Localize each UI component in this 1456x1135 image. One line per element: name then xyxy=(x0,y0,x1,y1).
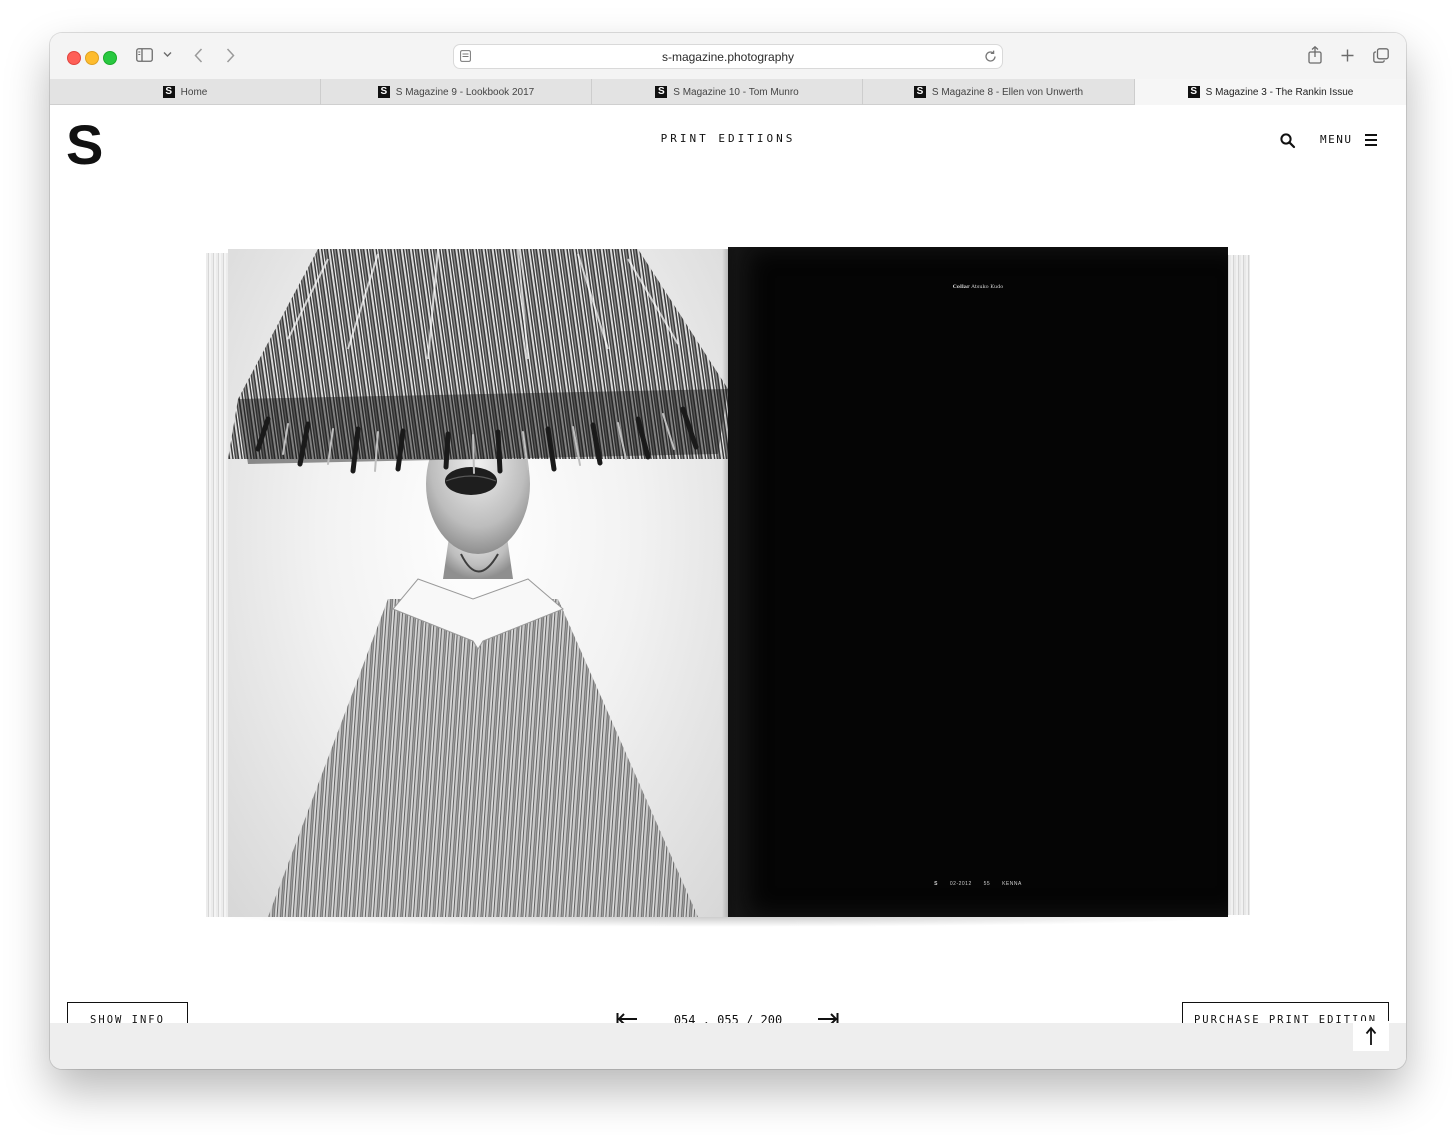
tab-magazine-10[interactable]: S S Magazine 10 - Tom Munro xyxy=(592,79,863,105)
share-icon[interactable] xyxy=(1308,46,1322,64)
caption-designer: Atsuko Kudo xyxy=(971,284,1004,290)
minimize-window-button[interactable] xyxy=(85,51,99,65)
browser-toolbar: s-magazine.photography xyxy=(50,33,1406,79)
site-favicon-icon: S xyxy=(655,86,668,98)
new-tab-icon[interactable] xyxy=(1341,49,1354,62)
scroll-to-top-button[interactable] xyxy=(1353,1021,1389,1051)
url-text: s-magazine.photography xyxy=(661,50,795,64)
folio-name: KENNA xyxy=(1002,881,1022,887)
page-footer xyxy=(50,1023,1406,1069)
web-page: S PRINT EDITIONS MENU Collar Atsuko Kudo… xyxy=(50,105,1406,1037)
close-window-button[interactable] xyxy=(67,51,81,65)
tab-magazine-3[interactable]: S S Magazine 3 - The Rankin Issue xyxy=(1135,79,1406,105)
right-page: Collar Atsuko Kudo S 02-2012 55 KENNA xyxy=(728,247,1228,917)
site-logo[interactable]: S xyxy=(66,113,103,177)
site-favicon-icon: S xyxy=(1187,86,1200,98)
menu-button[interactable]: MENU xyxy=(1320,133,1353,146)
magazine-spread: Collar Atsuko Kudo S 02-2012 55 KENNA xyxy=(202,245,1254,927)
page-folio: S 02-2012 55 KENNA xyxy=(728,881,1228,887)
tab-label: S Magazine 3 - The Rankin Issue xyxy=(1205,86,1354,98)
arrow-up-icon xyxy=(1365,1026,1377,1045)
hamburger-menu-icon[interactable] xyxy=(1365,134,1377,146)
site-favicon-icon: S xyxy=(162,86,175,98)
book-gutter xyxy=(722,249,736,917)
page-stack-left xyxy=(206,253,230,917)
tab-label: Home xyxy=(180,86,208,98)
chevron-down-icon[interactable] xyxy=(163,51,172,58)
caption-label: Collar xyxy=(952,284,970,290)
page-stack-right xyxy=(1226,255,1250,915)
fashion-photo xyxy=(228,249,728,917)
tab-magazine-8[interactable]: S S Magazine 8 - Ellen von Unwerth xyxy=(863,79,1135,105)
site-favicon-icon: S xyxy=(913,86,926,98)
folio-page: 55 xyxy=(983,881,991,887)
zoom-window-button[interactable] xyxy=(103,51,117,65)
back-icon[interactable] xyxy=(194,48,203,63)
site-favicon-icon: S xyxy=(377,86,390,98)
forward-icon[interactable] xyxy=(226,48,235,63)
photo-credit-caption: Collar Atsuko Kudo xyxy=(728,284,1228,290)
browser-window: s-magazine.photography S Home S S Magazi… xyxy=(50,33,1406,1069)
address-bar[interactable]: s-magazine.photography xyxy=(453,44,1003,69)
tab-overview-icon[interactable] xyxy=(1373,48,1389,63)
search-icon[interactable] xyxy=(1280,133,1296,149)
tab-bar: S Home S S Magazine 9 - Lookbook 2017 S … xyxy=(50,79,1406,105)
tab-label: S Magazine 10 - Tom Munro xyxy=(673,86,799,98)
reload-icon[interactable] xyxy=(984,50,997,63)
left-page-photo xyxy=(228,249,728,917)
sidebar-toggle-icon[interactable] xyxy=(136,48,153,62)
tab-label: S Magazine 9 - Lookbook 2017 xyxy=(395,86,535,98)
page-title: PRINT EDITIONS xyxy=(660,132,796,145)
folio-mark: S xyxy=(934,881,938,887)
tab-home[interactable]: S Home xyxy=(50,79,321,105)
tab-label: S Magazine 8 - Ellen von Unwerth xyxy=(931,86,1084,98)
folio-issue: 02-2012 xyxy=(949,881,972,887)
tab-magazine-9[interactable]: S S Magazine 9 - Lookbook 2017 xyxy=(321,79,592,105)
